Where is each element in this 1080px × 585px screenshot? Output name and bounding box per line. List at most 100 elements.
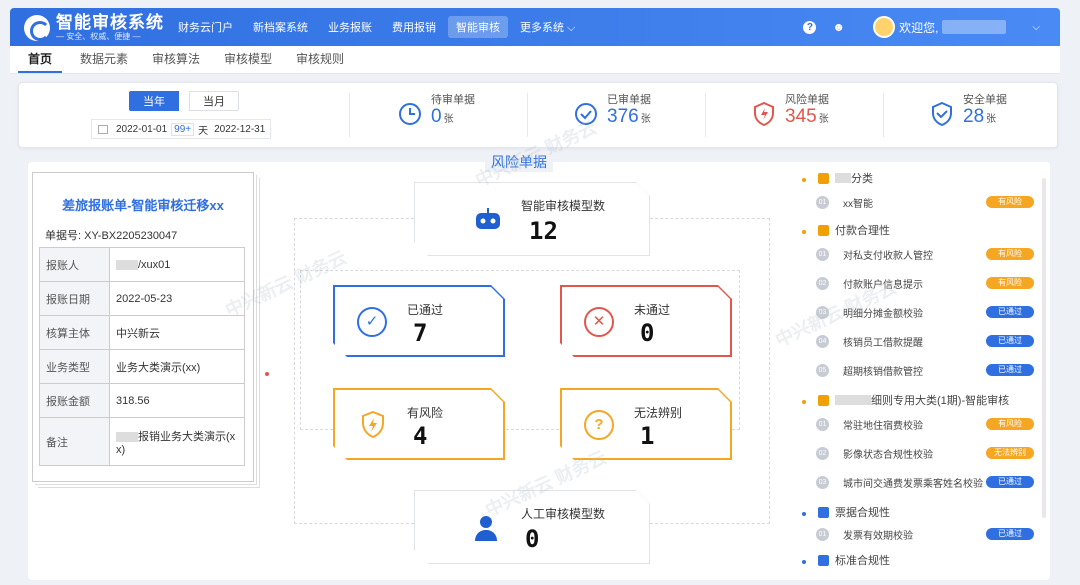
stat-unit: 张 [818,114,829,125]
doc-key: 业务类型 [39,349,110,384]
year-button[interactable]: 当年 [129,91,179,111]
nav-expense[interactable]: 费用报销 [384,16,444,38]
check-icon: ✓ [357,307,387,337]
stat-pending[interactable]: 待审单据 0张 [397,93,475,127]
tab-rules[interactable]: 审核规则 [296,46,368,73]
document-card[interactable]: 差旅报账单-智能审核迁移xx 单据号: XY-BX2205230047 报账人 /… [32,172,254,482]
user-settings-icon[interactable]: ☻ [832,20,845,34]
rule-group[interactable]: 付款合理性 [818,222,890,238]
stat-value: 0 [431,106,442,127]
nav-smart-audit[interactable]: 智能审核 [448,16,508,38]
stat-label: 已审单据 [607,94,651,106]
stat-value: 376 [607,106,639,127]
status-badge: 有风险 [986,418,1034,430]
app-title: 智能审核系统 [56,13,164,32]
status-badge: 有风险 [986,248,1034,260]
failed-label: 未通过 [634,303,671,317]
nav-business-claim[interactable]: 业务报账 [320,16,380,38]
failed-card[interactable]: ✕ 未通过 0 [560,285,732,357]
status-badge: 已通过 [986,476,1034,488]
rule-row[interactable]: 01 对私支付收款人管控 有风险 [816,244,1034,264]
start-date: 2022-01-01 [116,123,168,135]
doc-key: 核算主体 [39,315,110,350]
doc-key: 报账人 [39,247,110,282]
x-icon: ✕ [584,307,614,337]
risk-card[interactable]: 有风险 4 [333,388,505,460]
unknown-value: 1 [640,422,655,450]
doc-key: 备注 [39,417,110,466]
help-icon[interactable]: ? [803,20,817,34]
stat-value: 345 [785,106,817,127]
greeting-text: 欢迎您, [899,20,939,35]
clock-icon [399,103,421,125]
rule-row[interactable]: 01 常驻地住宿费校验 有风险 [816,414,1034,434]
person-icon [473,513,499,543]
rule-group[interactable]: 细则专用大类(1期)-智能审核 [818,392,1009,408]
nav-more-systems[interactable]: 更多系统 ⌵ [512,16,583,38]
rule-group[interactable]: 票据合规性 [818,504,890,520]
app-logo[interactable]: 智能审核系统 — 安全、权威、便捷 — [24,13,164,42]
nav-finance-portal[interactable]: 财务云门户 [170,16,241,38]
risk-value: 4 [413,422,428,450]
shield-check-icon [932,101,952,127]
passed-card[interactable]: ✓ 已通过 7 [333,285,505,357]
tab-home[interactable]: 首页 [18,46,63,73]
rule-row[interactable]: 03 城市间交通费发票乘客姓名校验 已通过 [816,472,1034,492]
stat-unit: 张 [443,114,454,125]
stat-unit: 张 [640,114,651,125]
month-button[interactable]: 当月 [189,91,239,111]
stat-unit: 张 [986,114,997,125]
stat-risk[interactable]: 风险单据 345 张 [751,93,829,127]
stats-bar: 当年 当月 2022-01-01 99+ 天 2022-12-31 待审单据 0… [18,82,1058,148]
question-icon: ? [584,410,614,440]
manual-model-count-card[interactable]: 人工审核模型数 0 [414,490,650,564]
model-label: 智能审核模型数 [521,199,606,213]
manual-model-value: 0 [525,525,540,553]
manual-model-label: 人工审核模型数 [521,507,606,521]
scrollbar[interactable] [1042,178,1046,518]
shield-bolt-icon [359,410,387,440]
rule-list: 分类 01 xx智能 有风险 付款合理性 01 对私支付收款人管控 有风险 02 付款账户… [770,164,1045,578]
status-badge: 已通过 [986,335,1034,347]
folder-icon [818,172,829,184]
rule-row[interactable]: 02 付款账户信息提示 有风险 [816,273,1034,293]
doc-value: 中兴新云 [109,315,245,350]
rule-row[interactable]: 04 核销员工借款提醒 已通过 [816,331,1034,351]
tab-algorithm[interactable]: 审核算法 [152,46,224,73]
unknown-card[interactable]: ? 无法辨别 1 [560,388,732,460]
robot-icon [473,207,503,233]
avatar[interactable] [873,16,896,38]
rule-group[interactable]: 标准合规性 [818,552,890,568]
rule-row[interactable]: 02 影像状态合规性校验 无法辨别 [816,443,1034,463]
tab-model[interactable]: 审核模型 [224,46,296,73]
calendar-icon [98,124,108,134]
nav-archive[interactable]: 新档案系统 [245,16,316,38]
unknown-label: 无法辨别 [634,406,683,420]
tab-data-elements[interactable]: 数据元素 [80,46,152,73]
doc-value: /xux01 [109,247,245,282]
stat-label: 待审单据 [431,94,475,106]
rule-row[interactable]: 03 明细分摊金额校验 已通过 [816,302,1034,322]
document-number: 单据号: XY-BX2205230047 [45,230,178,242]
days-unit: 天 [198,125,209,137]
model-value: 12 [529,217,558,245]
status-badge: 无法辨别 [986,447,1034,459]
doc-value: 业务大类演示(xx) [109,349,245,384]
coin-icon [818,224,829,236]
folder-icon [818,394,829,406]
rule-row[interactable]: 05 超期核销借款管控 已通过 [816,360,1034,380]
stat-value: 28 [963,106,985,127]
stat-safe[interactable]: 安全单据 28 张 [929,93,1007,127]
stat-reviewed[interactable]: 已审单据 376 张 [573,93,651,127]
status-badge: 有风险 [986,277,1034,289]
rule-group[interactable]: 分类 [818,170,873,186]
document-title: 差旅报账单-智能审核迁移xx [62,198,224,213]
rule-row[interactable]: 01 发票有效期校验 已通过 [816,524,1034,544]
document-table: 报账人/xux01 报账日期 2022-05-23 核算主体 中兴新云 业务类型 业务… [39,247,245,466]
passed-label: 已通过 [407,303,444,317]
date-range-picker[interactable]: 2022-01-01 99+ 天 2022-12-31 [91,119,271,139]
ai-model-count-card[interactable]: 智能审核模型数 12 [414,182,650,256]
chevron-down-icon[interactable]: ⌵ [1032,22,1040,33]
rule-row[interactable]: 01 xx智能 有风险 [816,192,1034,212]
top-navbar: 智能审核系统 — 安全、权威、便捷 — 财务云门户 新档案系统 业务报账 费用报… [10,8,1060,46]
